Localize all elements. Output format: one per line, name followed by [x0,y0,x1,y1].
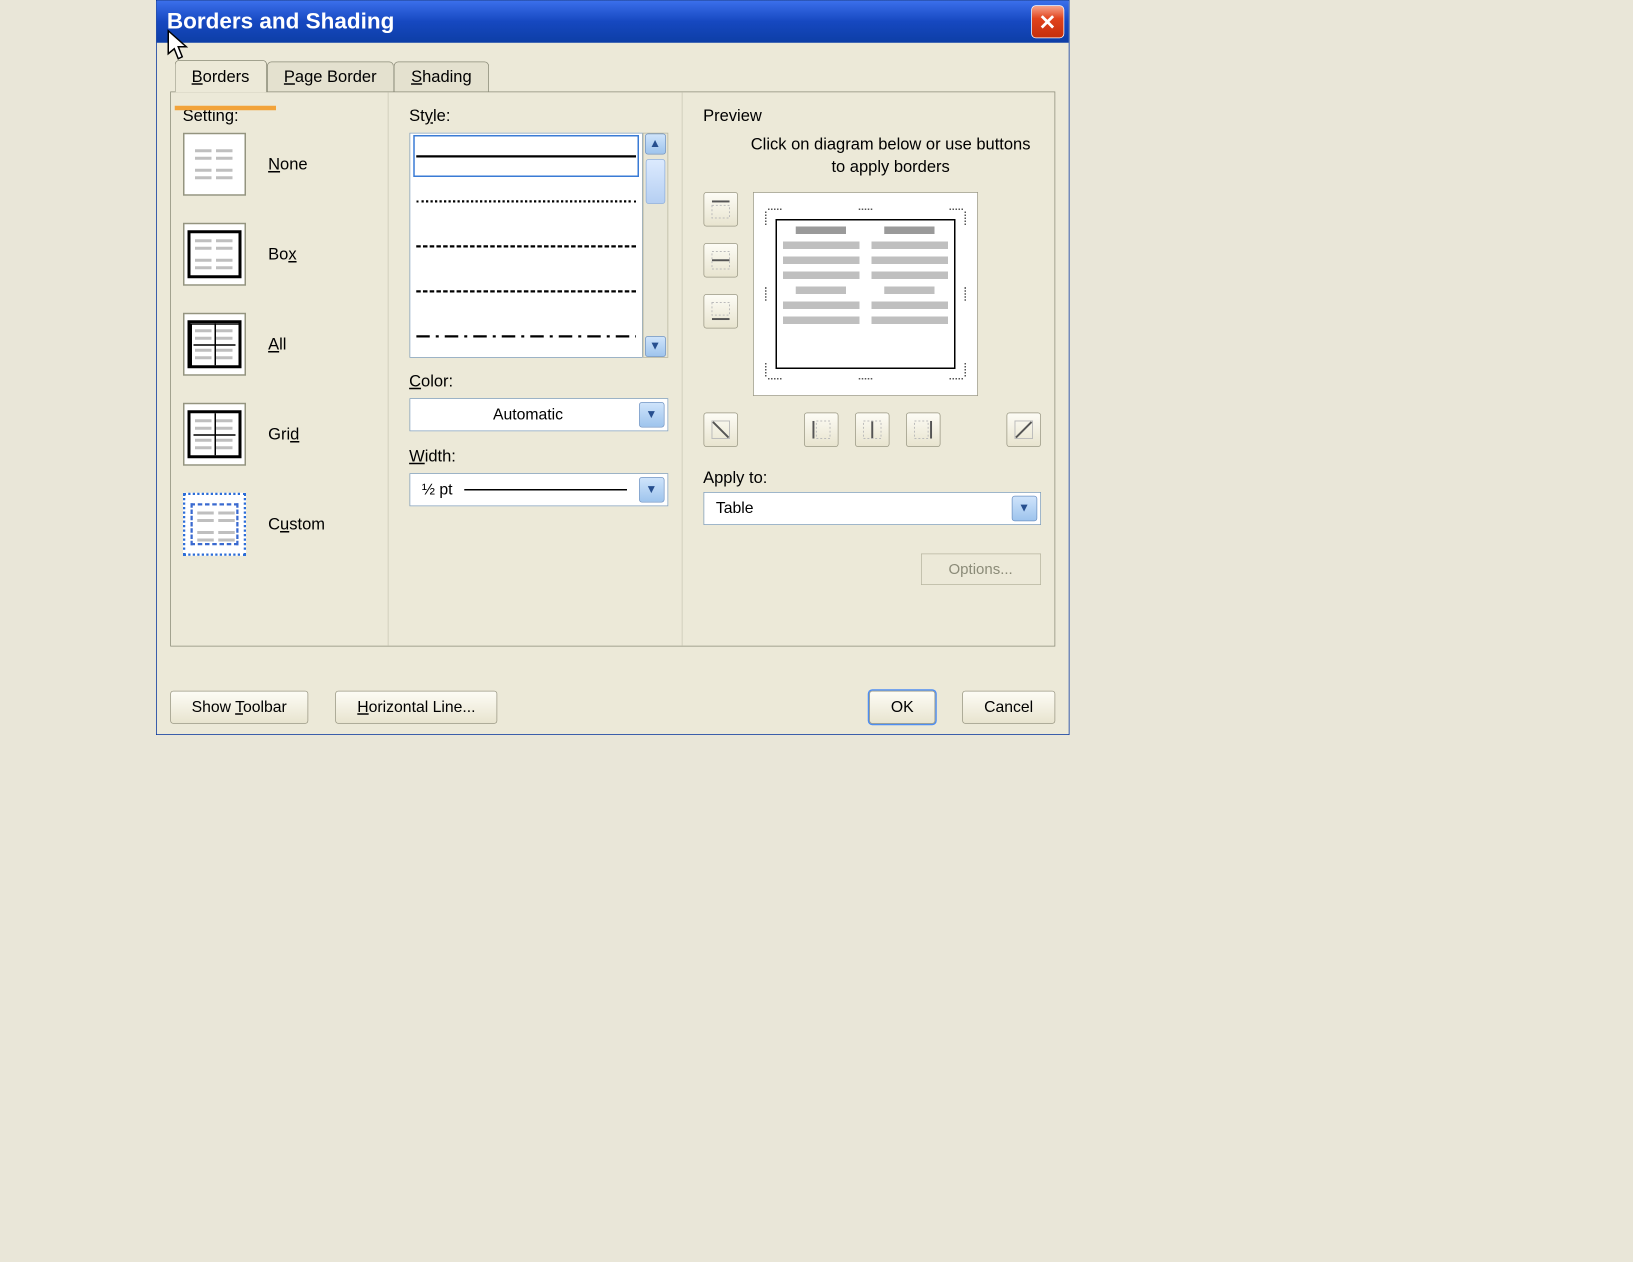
width-sample-line [465,489,627,491]
color-label: Color: [409,371,668,391]
preview-side-buttons [703,192,738,396]
tabstrip: Borders Page Border Shading [174,59,1055,91]
setting-box-label: Box [268,245,296,265]
diagonal-up-icon [1014,420,1034,440]
setting-option-all[interactable]: All [183,313,383,376]
border-right-button[interactable] [906,413,941,448]
style-item-dotted[interactable] [416,183,636,219]
scroll-thumb[interactable] [645,159,665,204]
border-bottom-button[interactable] [703,294,738,329]
setting-grid-icon [183,403,246,466]
border-inside-vertical-icon [862,420,882,440]
preview-column: Preview Click on diagram below or use bu… [682,92,1054,646]
border-inside-horizontal-icon [711,251,731,271]
style-column: Style: ▲ ▼ Color: [388,92,682,646]
preview-label: Preview [703,106,1041,126]
width-label: Width: [409,446,668,466]
style-listbox[interactable]: ▲ ▼ [409,133,668,358]
preview-bottom-buttons [703,413,1041,448]
setting-option-grid[interactable]: Grid [183,403,383,466]
tab-page-border[interactable]: Page Border [267,62,394,94]
style-item-solid[interactable] [416,138,636,174]
style-list-inner [409,133,642,358]
border-top-button[interactable] [703,192,738,227]
preview-hint: Click on diagram below or use buttons to… [748,133,1033,178]
tab-panel: Setting: None Box All Grid [170,92,1055,647]
window-title: Borders and Shading [167,9,395,35]
setting-column: Setting: None Box All Grid [171,92,389,646]
width-combobox[interactable]: ½ pt ▼ [409,473,668,506]
ok-button[interactable]: OK [869,691,935,724]
style-item-dashed-medium[interactable] [416,228,636,264]
setting-option-none[interactable]: None [183,133,383,196]
tab-shading[interactable]: Shading [394,62,489,94]
style-item-dashed-long[interactable] [416,273,636,309]
chevron-down-icon: ▼ [1011,496,1037,522]
apply-to-value: Table [711,500,753,518]
chevron-down-icon: ▼ [639,402,665,428]
tab-borders[interactable]: Borders [174,60,266,92]
color-value: Automatic [417,406,638,424]
apply-to-label: Apply to: [703,468,1041,488]
diagonal-down-icon [711,420,731,440]
border-diagonal-up-button[interactable] [1006,413,1041,448]
setting-custom-icon [183,493,246,556]
show-toolbar-button[interactable]: Show Toolbar [170,691,309,724]
border-left-icon [811,420,831,440]
width-value: ½ pt [417,481,452,499]
close-button[interactable]: ✕ [1031,5,1064,38]
setting-all-icon [183,313,246,376]
chevron-down-icon: ▼ [639,477,665,503]
titlebar: Borders and Shading ✕ [156,1,1068,43]
apply-to-combobox[interactable]: Table ▼ [703,492,1041,525]
setting-none-icon [183,133,246,196]
setting-grid-label: Grid [268,425,299,445]
setting-all-label: All [268,335,286,355]
border-inside-horizontal-button[interactable] [703,243,738,278]
border-left-button[interactable] [804,413,839,448]
borders-shading-dialog: Borders and Shading ✕ Borders Page Borde… [156,0,1070,735]
preview-grid [703,192,1041,396]
setting-option-box[interactable]: Box [183,223,383,286]
border-top-icon [711,200,731,220]
border-inside-vertical-button[interactable] [855,413,890,448]
client-area: Borders Page Border Shading Setting: Non… [156,43,1068,735]
preview-diagram[interactable] [753,192,978,396]
border-bottom-icon [711,302,731,322]
cancel-button[interactable]: Cancel [962,691,1055,724]
preview-table-icon [775,219,955,369]
options-button: Options... [921,554,1041,586]
close-icon: ✕ [1039,9,1057,34]
setting-none-label: None [268,155,307,175]
footer-buttons: Show Toolbar Horizontal Line... OK Cance… [170,691,1055,724]
style-label: Style: [409,106,668,126]
setting-option-custom[interactable]: Custom [183,493,383,556]
setting-box-icon [183,223,246,286]
style-scrollbar[interactable]: ▲ ▼ [642,133,668,358]
color-combobox[interactable]: Automatic ▼ [409,398,668,431]
horizontal-line-button[interactable]: Horizontal Line... [336,691,498,724]
border-diagonal-down-button[interactable] [703,413,738,448]
setting-custom-label: Custom [268,515,325,535]
style-item-dash-dot[interactable] [416,318,636,354]
active-tab-accent [174,106,275,111]
scroll-down-button[interactable]: ▼ [645,336,666,357]
border-right-icon [913,420,933,440]
scroll-up-button[interactable]: ▲ [645,134,666,155]
